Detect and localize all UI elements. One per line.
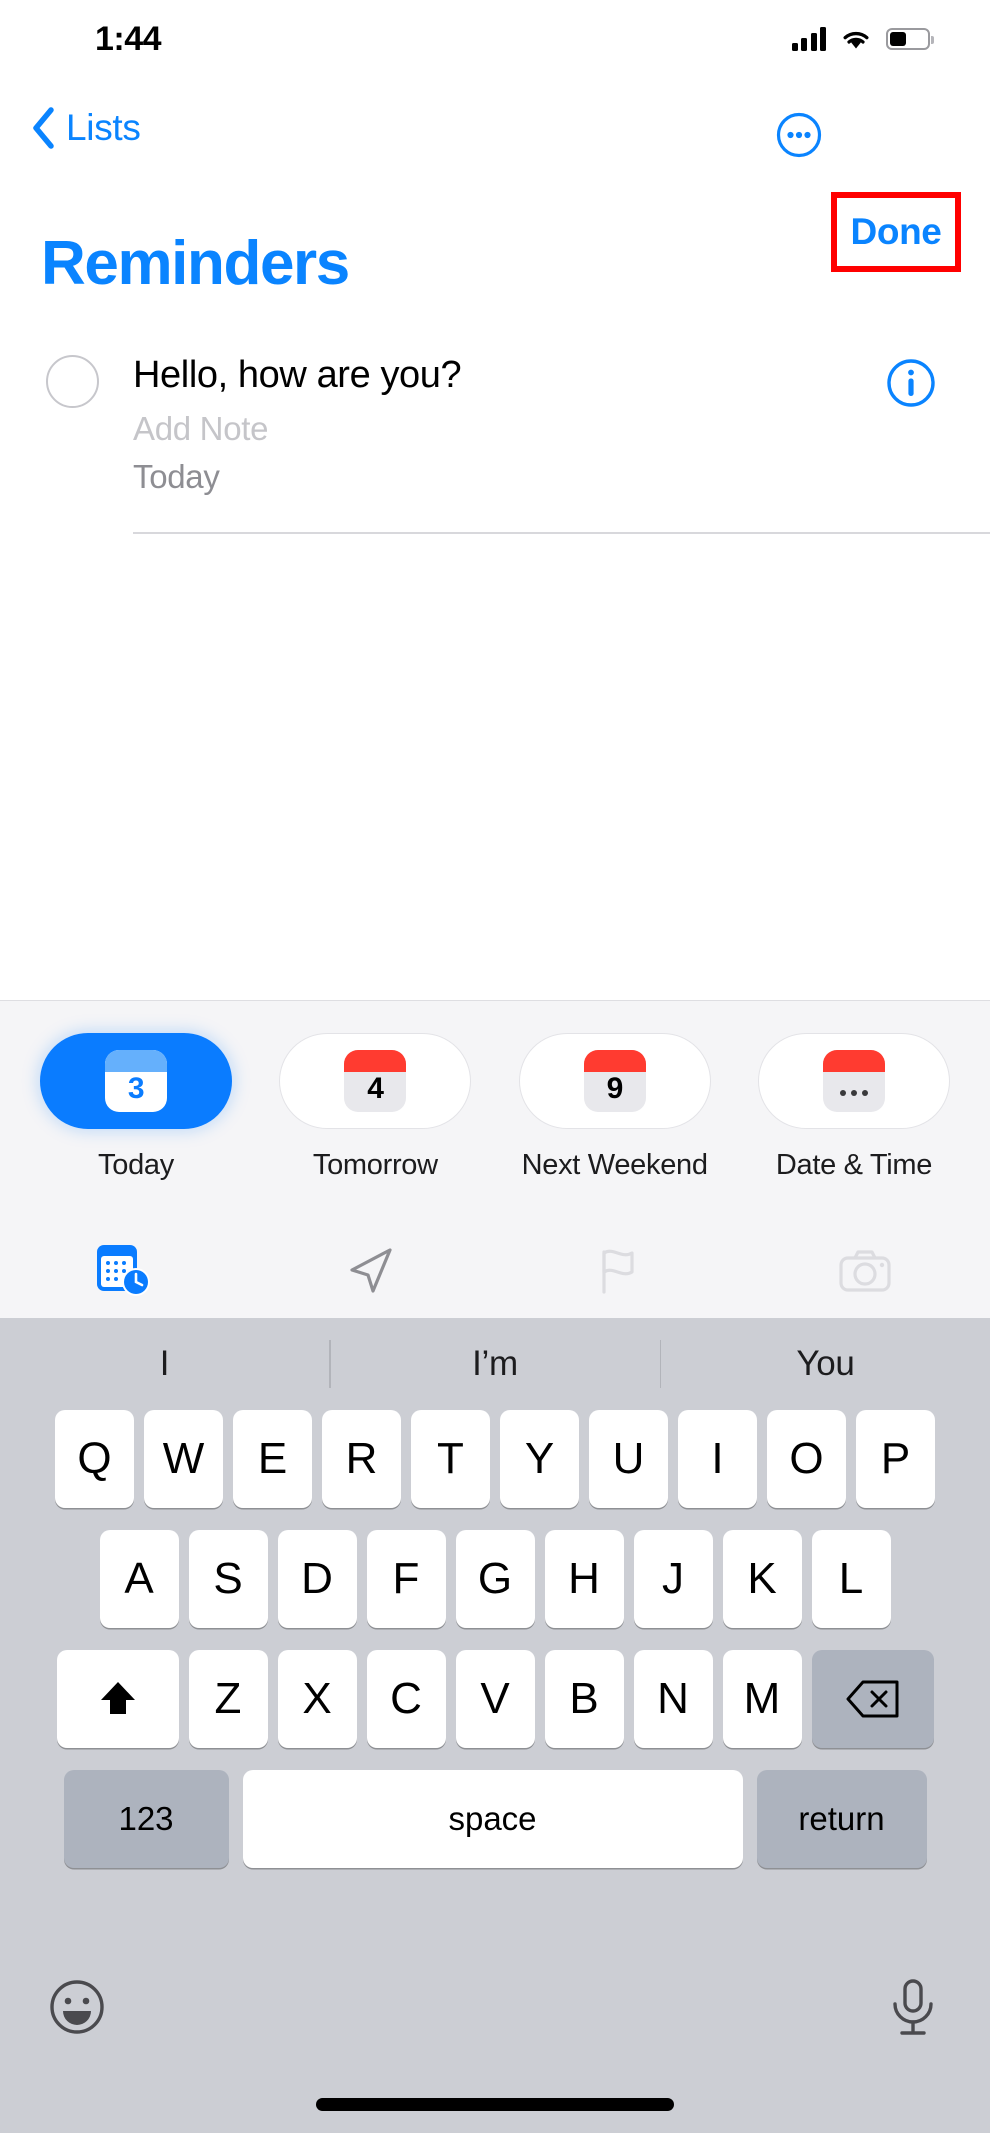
ellipsis-circle-icon[interactable] xyxy=(776,112,822,158)
key-s[interactable]: S xyxy=(188,1530,268,1628)
flag-button[interactable] xyxy=(494,1242,741,1300)
camera-icon xyxy=(838,1250,891,1292)
key-z[interactable]: Z xyxy=(188,1650,268,1748)
key-f[interactable]: F xyxy=(366,1530,446,1628)
key-u[interactable]: U xyxy=(589,1410,668,1508)
date-suggestion-panel: 3 Today 4 Tomorrow 9 Next Weekend Date &… xyxy=(0,1000,990,1318)
key-d[interactable]: D xyxy=(277,1530,357,1628)
date-chip-today[interactable]: 3 Today xyxy=(40,1033,232,1182)
prediction-1[interactable]: I xyxy=(0,1344,329,1384)
shift-up-arrow-icon xyxy=(100,1682,135,1714)
calendar-more-icon xyxy=(822,1050,885,1112)
status-time: 1:44 xyxy=(95,19,162,58)
status-indicators xyxy=(791,27,934,51)
backspace-key[interactable] xyxy=(811,1650,934,1748)
keyboard-row-3: Z X C V B N M xyxy=(0,1650,990,1748)
key-b[interactable]: B xyxy=(544,1650,624,1748)
key-m[interactable]: M xyxy=(722,1650,802,1748)
shift-key[interactable] xyxy=(56,1650,179,1748)
reminder-note-placeholder[interactable]: Add Note xyxy=(133,410,269,448)
calendar-day-number: 9 xyxy=(606,1072,624,1105)
predictive-text-bar: I I’m You xyxy=(0,1318,990,1410)
date-chip-button[interactable] xyxy=(757,1033,950,1129)
calendar-day-number: 3 xyxy=(127,1072,145,1105)
emoji-smiley-icon[interactable] xyxy=(48,1978,106,2036)
return-key[interactable]: return xyxy=(756,1770,927,1868)
date-chip-label: Date & Time xyxy=(775,1149,933,1181)
key-w[interactable]: W xyxy=(144,1410,223,1508)
date-chip-next-weekend[interactable]: 9 Next Weekend xyxy=(518,1033,711,1182)
info-circle-icon[interactable] xyxy=(886,358,936,408)
key-x[interactable]: X xyxy=(277,1650,357,1748)
date-chip-label: Next Weekend xyxy=(521,1149,708,1181)
prediction-3[interactable]: You xyxy=(661,1344,990,1384)
navigation-bar: Lists Done xyxy=(0,78,990,272)
reminder-date-label: Today xyxy=(133,458,220,495)
empty-circle-icon[interactable] xyxy=(46,355,99,408)
reminder-item[interactable]: Hello, how are you? Add Note Today xyxy=(0,330,990,535)
flag-icon xyxy=(601,1249,634,1294)
attribute-actions-row xyxy=(0,1223,990,1319)
onscreen-keyboard: I I’m You Q W E R T Y U I O P A S D F G … xyxy=(0,1318,990,2133)
keyboard-bottom-bar xyxy=(0,1968,990,2133)
chevron-left-icon xyxy=(33,107,54,149)
key-k[interactable]: K xyxy=(722,1530,802,1628)
key-t[interactable]: T xyxy=(411,1410,490,1508)
date-chips-row: 3 Today 4 Tomorrow 9 Next Weekend Date &… xyxy=(0,1033,990,1182)
key-r[interactable]: R xyxy=(322,1410,401,1508)
keyboard-row-4: 123 space return xyxy=(0,1770,990,1868)
camera-button[interactable] xyxy=(741,1242,988,1300)
location-button[interactable] xyxy=(247,1242,494,1300)
keyboard-row-1: Q W E R T Y U I O P xyxy=(0,1410,990,1508)
calendar-day-icon: 4 xyxy=(344,1050,407,1112)
calendar-clock-button[interactable] xyxy=(0,1239,247,1303)
backspace-delete-icon xyxy=(846,1680,898,1718)
key-l[interactable]: L xyxy=(811,1530,891,1628)
date-chip-date-and-time[interactable]: Date & Time xyxy=(757,1033,950,1182)
key-a[interactable]: A xyxy=(99,1530,179,1628)
date-chip-button[interactable]: 4 xyxy=(279,1033,472,1129)
date-chip-label: Today xyxy=(98,1149,174,1181)
key-q[interactable]: Q xyxy=(55,1410,134,1508)
home-indicator xyxy=(316,2098,674,2111)
calendar-day-icon: 3 xyxy=(105,1050,167,1112)
key-y[interactable]: Y xyxy=(500,1410,579,1508)
date-chip-button[interactable]: 9 xyxy=(518,1033,711,1129)
key-c[interactable]: C xyxy=(366,1650,446,1748)
back-to-lists-button[interactable]: Lists xyxy=(30,106,141,150)
key-g[interactable]: G xyxy=(455,1530,535,1628)
microphone-icon[interactable] xyxy=(884,1976,942,2038)
calendar-day-number: 4 xyxy=(367,1072,384,1105)
key-h[interactable]: H xyxy=(544,1530,624,1628)
back-label: Lists xyxy=(66,107,141,148)
page-title: Reminders xyxy=(41,229,350,298)
wifi-icon xyxy=(843,31,869,49)
key-e[interactable]: E xyxy=(233,1410,312,1508)
battery-icon xyxy=(886,28,934,50)
reminder-title[interactable]: Hello, how are you? xyxy=(133,354,462,397)
key-i[interactable]: I xyxy=(678,1410,757,1508)
date-chip-label: Tomorrow xyxy=(312,1149,438,1181)
done-button[interactable]: Done xyxy=(845,206,947,258)
date-chip-button[interactable]: 3 xyxy=(40,1033,232,1129)
calendar-clock-icon xyxy=(96,1245,150,1296)
numbers-key[interactable]: 123 xyxy=(63,1770,229,1868)
iphone-screen: 1:44 Lists Done Reminders Hello, how are… xyxy=(0,0,990,2133)
keyboard-row-2: A S D F G H J K L xyxy=(0,1530,990,1628)
location-arrow-icon xyxy=(349,1248,392,1293)
signal-bars-icon xyxy=(791,27,826,51)
prediction-2[interactable]: I’m xyxy=(331,1344,660,1384)
status-bar: 1:44 xyxy=(0,0,990,78)
list-divider xyxy=(133,532,990,534)
space-key[interactable]: space xyxy=(242,1770,743,1868)
key-v[interactable]: V xyxy=(455,1650,535,1748)
key-n[interactable]: N xyxy=(633,1650,713,1748)
key-j[interactable]: J xyxy=(633,1530,713,1628)
key-p[interactable]: P xyxy=(856,1410,935,1508)
key-o[interactable]: O xyxy=(767,1410,846,1508)
calendar-day-icon: 9 xyxy=(583,1050,646,1112)
date-chip-tomorrow[interactable]: 4 Tomorrow xyxy=(279,1033,472,1182)
